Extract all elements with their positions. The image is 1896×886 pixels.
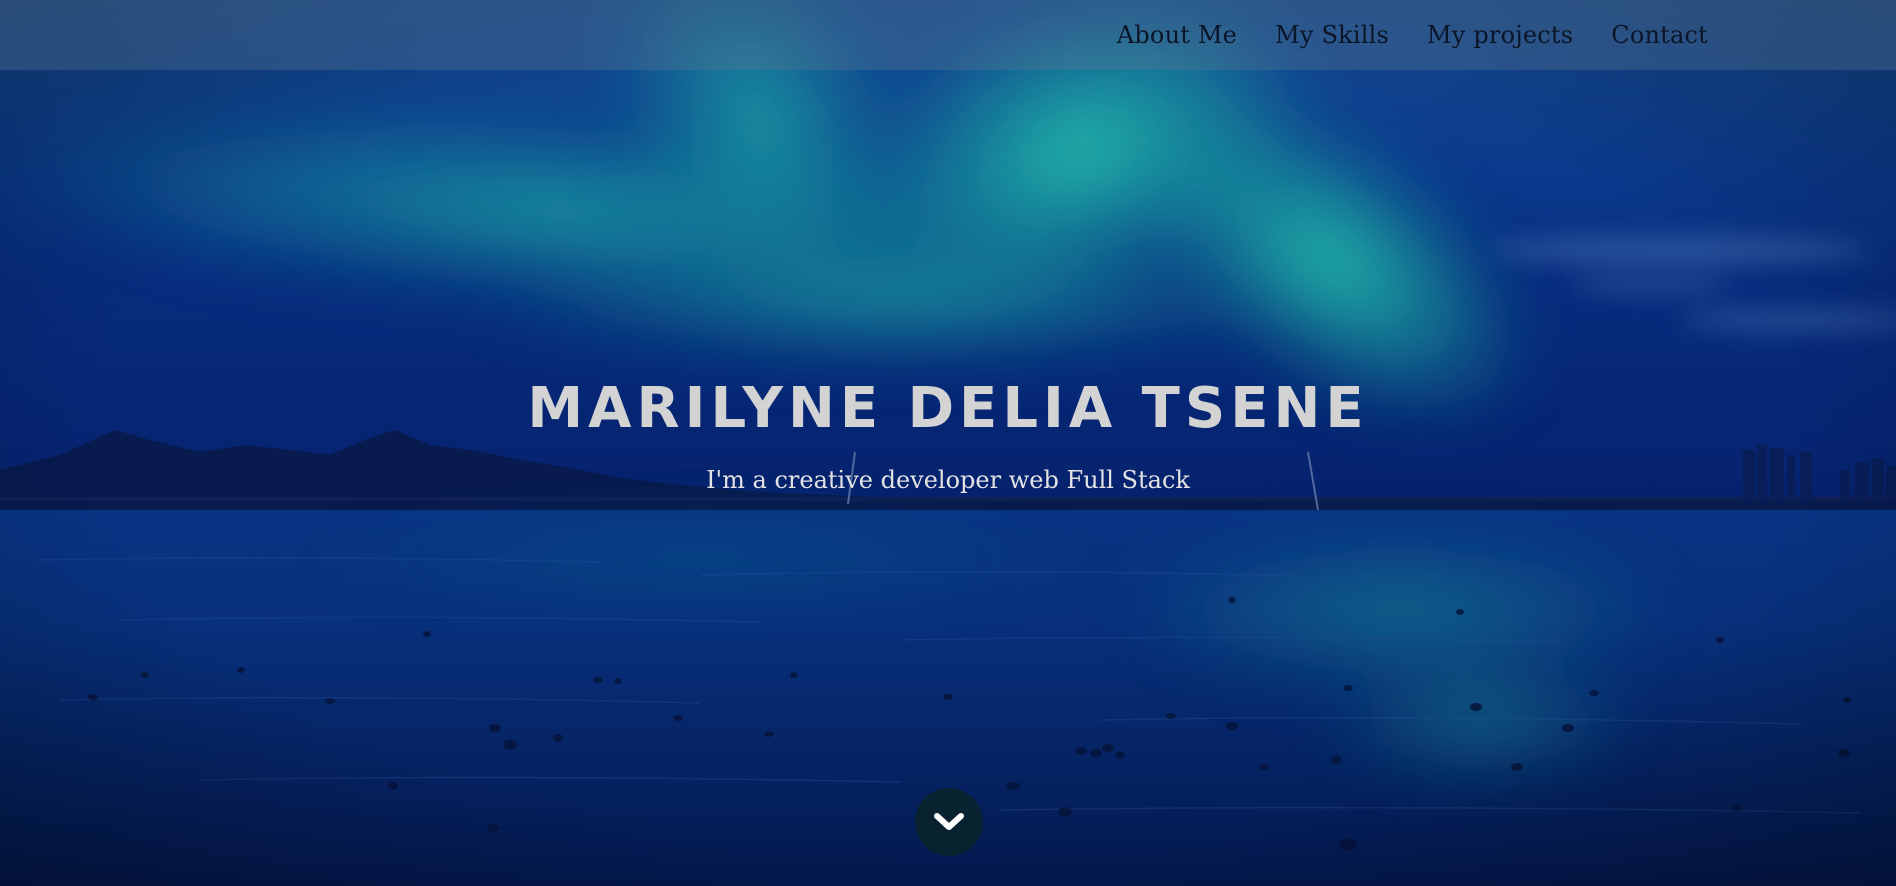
nav-link-about-me[interactable]: About Me <box>1117 21 1237 49</box>
nav-link-contact[interactable]: Contact <box>1611 21 1708 49</box>
hero-title: MARILYNE DELIA TSENE <box>527 376 1369 441</box>
hero-section: About Me My Skills My projects Contact M… <box>0 0 1896 886</box>
scroll-down-button[interactable] <box>915 788 983 856</box>
hero-subtitle: I'm a creative developer web Full Stack <box>706 466 1190 494</box>
top-navbar: About Me My Skills My projects Contact <box>0 0 1896 70</box>
nav-link-my-projects[interactable]: My projects <box>1427 21 1573 49</box>
nav-link-my-skills[interactable]: My Skills <box>1275 21 1389 49</box>
chevron-down-icon <box>934 813 964 830</box>
